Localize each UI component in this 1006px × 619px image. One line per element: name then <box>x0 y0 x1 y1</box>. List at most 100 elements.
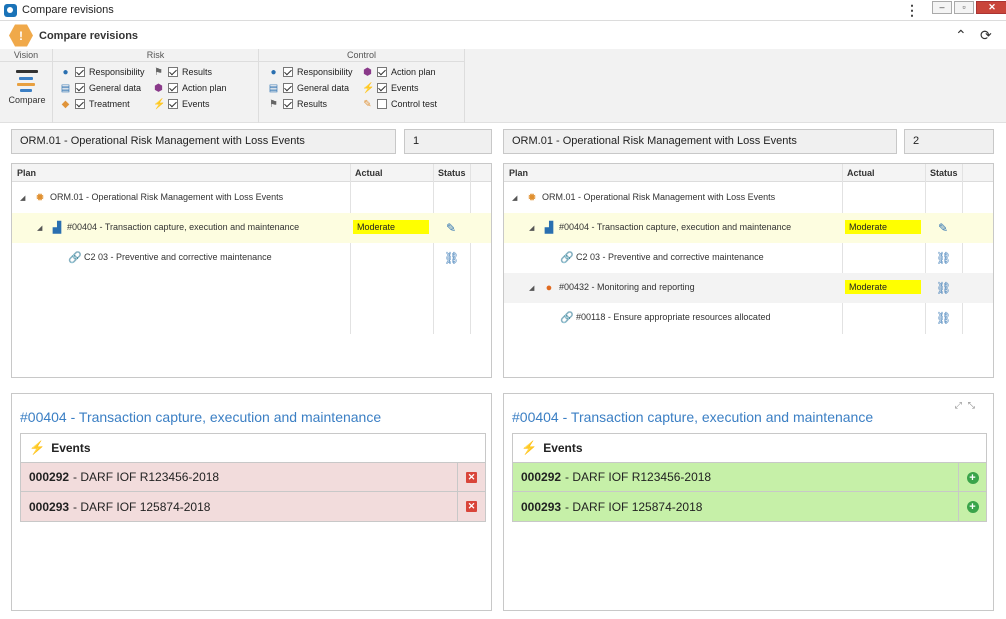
col-plan: Plan <box>17 168 37 178</box>
edit-icon[interactable]: ✎ <box>936 221 950 235</box>
link-alert-icon[interactable]: ⛓ <box>936 311 951 325</box>
right-tree-header: Plan Actual Status <box>504 164 993 182</box>
tree-row[interactable]: ◢ ▟ #00404 - Transaction capture, execut… <box>504 213 993 243</box>
tree-row[interactable]: ◢ ✹ ORM.01 - Operational Risk Management… <box>12 183 491 213</box>
expand-arrow-icon[interactable]: ◢ <box>37 224 42 232</box>
control-test-checkbox[interactable] <box>377 99 387 109</box>
risk-responsibility-option[interactable]: ● Responsibility <box>60 65 144 79</box>
bolt-icon: ⚡ <box>362 82 375 94</box>
event-row[interactable]: 000292 - DARF IOF R123456-2018 + <box>513 463 986 492</box>
tree-row[interactable]: 🔗 C2 03 - Preventive and corrective main… <box>504 243 993 273</box>
control-events-checkbox[interactable] <box>377 83 387 93</box>
control-action-plan-checkbox[interactable] <box>377 67 387 77</box>
tree-row[interactable]: ◢ ▟ #00404 - Transaction capture, execut… <box>12 213 491 243</box>
left-revision-number: 1 <box>404 129 492 154</box>
minimize-button[interactable]: – <box>932 1 952 14</box>
refresh-icon[interactable]: ⟳ <box>980 27 992 44</box>
right-detail-title: #00404 - Transaction capture, execution … <box>512 409 874 425</box>
risk-treatment-checkbox[interactable] <box>75 99 85 109</box>
control-responsibility-checkbox[interactable] <box>283 67 293 77</box>
cube-icon: ⬢ <box>363 66 372 78</box>
flag-icon: ⚑ <box>154 66 163 78</box>
risk-events-checkbox[interactable] <box>168 99 178 109</box>
expand-arrow-icon[interactable]: ◢ <box>512 194 517 202</box>
expand-arrow-icon[interactable]: ◢ <box>529 284 534 292</box>
event-row[interactable]: 000293 - DARF IOF 125874-2018 + <box>513 492 986 521</box>
risk-responsibility-checkbox[interactable] <box>75 67 85 77</box>
control-action-plan-option[interactable]: ⬢ Action plan <box>362 65 435 79</box>
bandage-icon: ◆ <box>61 98 70 110</box>
test-icon: ✎ <box>363 98 372 110</box>
event-row[interactable]: 000293 - DARF IOF 125874-2018 ✕ <box>21 492 485 521</box>
risk-action-plan-option[interactable]: ⬢ Action plan <box>153 81 226 95</box>
chart-icon: ▟ <box>544 222 554 234</box>
risk-plan-icon: ✹ <box>527 192 537 204</box>
right-plan-name: ORM.01 - Operational Risk Management wit… <box>503 129 897 154</box>
events-header: ⚡ Events <box>513 434 986 463</box>
app-icon <box>4 3 17 17</box>
window-titlebar: Compare revisions ⋮ – ▫ ✕ <box>0 0 1006 21</box>
flame-icon: ● <box>545 282 553 294</box>
tree-row[interactable]: 🔗 #00118 - Ensure appropriate resources … <box>504 303 993 333</box>
risk-general-data-checkbox[interactable] <box>75 83 85 93</box>
risk-events-option[interactable]: ⚡ Events <box>153 97 210 111</box>
bolt-icon: ⚡ <box>153 98 166 110</box>
risk-action-plan-checkbox[interactable] <box>168 83 178 93</box>
bolt-icon: ⚡ <box>29 440 46 455</box>
right-detail-panel: ⤢⤡ #00404 - Transaction capture, executi… <box>503 393 994 611</box>
user-icon: ● <box>62 66 69 78</box>
group-risk-label: Risk <box>53 50 258 62</box>
remove-icon[interactable]: ✕ <box>466 472 477 483</box>
control-responsibility-option[interactable]: ● Responsibility <box>268 65 352 79</box>
control-results-option[interactable]: ⚑ Results <box>268 97 327 111</box>
tree-row[interactable]: ◢ ✹ ORM.01 - Operational Risk Management… <box>504 183 993 213</box>
control-general-data-checkbox[interactable] <box>283 83 293 93</box>
tree-row[interactable]: 🔗 C2 03 - Preventive and corrective main… <box>12 243 491 273</box>
col-actual: Actual <box>847 168 875 178</box>
add-icon[interactable]: + <box>966 500 979 513</box>
link-alert-icon[interactable]: ⛓ <box>936 251 951 265</box>
control-general-data-option[interactable]: ▤ General data <box>268 81 349 95</box>
col-plan: Plan <box>509 168 529 178</box>
control-results-checkbox[interactable] <box>283 99 293 109</box>
control-test-option[interactable]: ✎ Control test <box>362 97 437 111</box>
maximize-button[interactable]: ▫ <box>954 1 974 14</box>
link-icon: 🔗 <box>560 252 574 264</box>
expand-icon[interactable]: ⤢⤡ <box>955 400 981 411</box>
left-events-table: ⚡ Events 000292 - DARF IOF R123456-2018 … <box>20 433 486 522</box>
risk-treatment-option[interactable]: ◆ Treatment <box>60 97 130 111</box>
compare-icon <box>14 66 40 92</box>
risk-plan-icon: ✹ <box>35 192 45 204</box>
ribbon-toolbar: Vision Risk Control Compare ● Responsibi… <box>0 49 1006 123</box>
link-alert-icon[interactable]: ⛓ <box>444 251 459 265</box>
close-button[interactable]: ✕ <box>976 1 1006 14</box>
risk-results-option[interactable]: ⚑ Results <box>153 65 212 79</box>
control-events-option[interactable]: ⚡ Events <box>362 81 419 95</box>
left-plan-tree: Plan Actual Status ◢ ✹ ORM.01 - Operatio… <box>11 163 492 378</box>
link-alert-icon[interactable]: ⛓ <box>936 281 951 295</box>
edit-icon[interactable]: ✎ <box>444 221 458 235</box>
link-icon: 🔗 <box>68 252 82 264</box>
right-plan-tree: Plan Actual Status ◢ ✹ ORM.01 - Operatio… <box>503 163 994 378</box>
group-vision-label: Vision <box>0 50 52 62</box>
compare-button[interactable]: Compare <box>7 66 47 105</box>
left-plan-name: ORM.01 - Operational Risk Management wit… <box>11 129 396 154</box>
left-detail-panel: #00404 - Transaction capture, execution … <box>11 393 492 611</box>
right-revision-number: 2 <box>904 129 994 154</box>
risk-results-checkbox[interactable] <box>168 67 178 77</box>
risk-general-data-option[interactable]: ▤ General data <box>60 81 141 95</box>
actual-badge: Moderate <box>845 220 921 234</box>
expand-arrow-icon[interactable]: ◢ <box>529 224 534 232</box>
cube-icon: ⬢ <box>154 82 163 94</box>
page-title: Compare revisions <box>39 29 139 42</box>
remove-icon[interactable]: ✕ <box>466 501 477 512</box>
page-header: ! Compare revisions ⌃ ⟳ <box>0 22 1006 49</box>
more-options-icon[interactable]: ⋮ <box>905 2 919 18</box>
collapse-icon[interactable]: ⌃ <box>955 27 967 44</box>
right-events-table: ⚡ Events 000292 - DARF IOF R123456-2018 … <box>512 433 987 522</box>
add-icon[interactable]: + <box>966 471 979 484</box>
event-row[interactable]: 000292 - DARF IOF R123456-2018 ✕ <box>21 463 485 492</box>
tree-row[interactable]: ◢ ● #00432 - Monitoring and reporting Mo… <box>504 273 993 303</box>
flag-icon: ⚑ <box>269 98 278 110</box>
expand-arrow-icon[interactable]: ◢ <box>20 194 25 202</box>
